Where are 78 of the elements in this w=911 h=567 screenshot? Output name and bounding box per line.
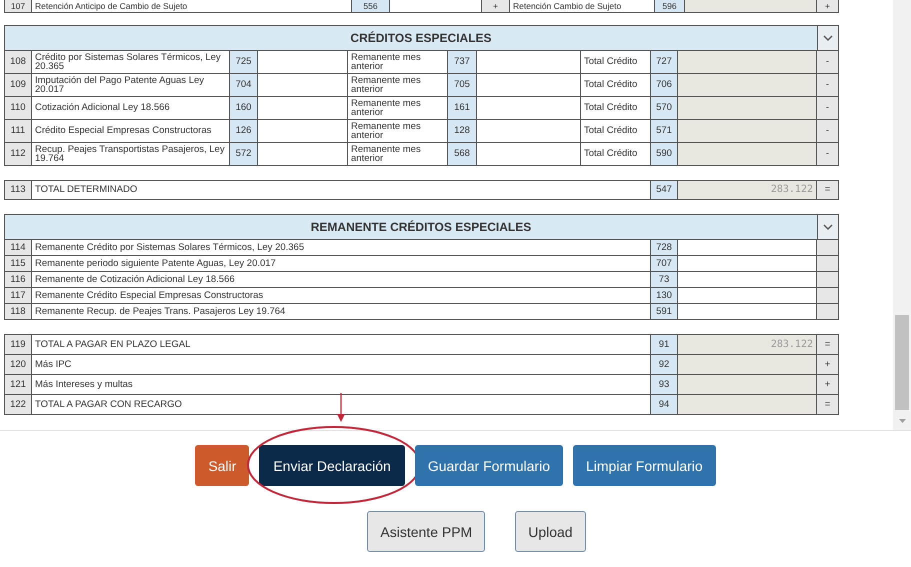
scrollbar[interactable] — [893, 0, 911, 430]
field-code: 571 — [651, 120, 678, 142]
field-code: 92 — [651, 355, 678, 374]
sign-cell: = — [817, 395, 838, 414]
row-number: 120 — [5, 355, 32, 374]
sign-cell — [817, 240, 838, 255]
arrow-annotation — [336, 393, 346, 423]
field-code: 707 — [651, 256, 678, 271]
field-code: 591 — [651, 304, 678, 319]
sign-cell — [817, 256, 838, 271]
field-code: 568 — [448, 143, 477, 165]
scrollbar-thumb[interactable] — [895, 315, 909, 410]
row-number: 114 — [5, 240, 32, 255]
field-code: 93 — [651, 375, 678, 394]
row-number: 118 — [5, 304, 32, 319]
field-code: 128 — [448, 120, 477, 142]
sign-cell — [817, 304, 838, 319]
row-number: 112 — [5, 143, 32, 165]
field-code: 94 — [651, 395, 678, 414]
field-code: 91 — [651, 335, 678, 354]
field-code: 130 — [651, 288, 678, 303]
sign-cell: = — [817, 181, 838, 199]
row-number: 119 — [5, 335, 32, 354]
sign-cell: = — [817, 335, 838, 354]
row-number: 115 — [5, 256, 32, 271]
row-number: 109 — [5, 74, 32, 96]
row-number: 117 — [5, 288, 32, 303]
field-code: 570 — [651, 97, 678, 119]
collapse-button[interactable] — [817, 26, 838, 50]
field-code: 556 — [352, 0, 390, 12]
collapse-button[interactable] — [817, 215, 838, 239]
action-button[interactable]: Limpiar Formulario — [572, 445, 716, 486]
field-code: 160 — [230, 97, 258, 119]
sign-cell: + — [817, 375, 838, 394]
sign-cell: - — [817, 120, 838, 142]
field-code: 728 — [651, 240, 678, 255]
field-code: 704 — [230, 74, 258, 96]
field-code: 706 — [651, 74, 678, 96]
sign-cell: - — [817, 51, 838, 73]
action-button[interactable]: Upload — [515, 511, 586, 552]
row-number: 121 — [5, 375, 32, 394]
readonly-field: 283.122 — [678, 335, 817, 354]
sign-cell: + — [817, 355, 838, 374]
row-number: 122 — [5, 395, 32, 414]
sign-cell: + — [482, 0, 510, 12]
sign-cell — [817, 288, 838, 303]
row-number: 107 — [5, 0, 32, 12]
section-title: CRÉDITOS ESPECIALES — [349, 31, 492, 45]
action-button[interactable]: Enviar Declaración — [259, 445, 405, 486]
scroll-down-icon[interactable] — [899, 419, 906, 423]
section-title: REMANENTE CRÉDITOS ESPECIALES — [310, 220, 532, 234]
field-code: 126 — [230, 120, 258, 142]
readonly-field: 283.122 — [678, 181, 817, 199]
action-button[interactable]: Asistente PPM — [367, 511, 486, 552]
action-button[interactable]: Guardar Formulario — [414, 445, 563, 486]
field-code: 725 — [230, 51, 258, 73]
field-code: 547 — [651, 181, 678, 199]
field-code: 596 — [655, 0, 685, 12]
field-code: 727 — [651, 51, 678, 73]
sign-cell: + — [817, 0, 838, 12]
row-number: 116 — [5, 272, 32, 287]
row-number: 110 — [5, 97, 32, 119]
chevron-down-icon — [823, 35, 833, 41]
sign-cell — [817, 272, 838, 287]
field-code: 73 — [651, 272, 678, 287]
field-code: 161 — [448, 97, 477, 119]
sign-cell: - — [817, 74, 838, 96]
field-code: 737 — [448, 51, 477, 73]
action-button[interactable]: Salir — [195, 445, 250, 486]
sign-cell: - — [817, 143, 838, 165]
field-code: 590 — [651, 143, 678, 165]
chevron-down-icon — [823, 224, 833, 230]
sign-cell: - — [817, 97, 838, 119]
field-code: 705 — [448, 74, 477, 96]
row-number: 108 — [5, 51, 32, 73]
field-code: 572 — [230, 143, 258, 165]
row-number: 111 — [5, 120, 32, 142]
row-number: 113 — [5, 181, 32, 199]
